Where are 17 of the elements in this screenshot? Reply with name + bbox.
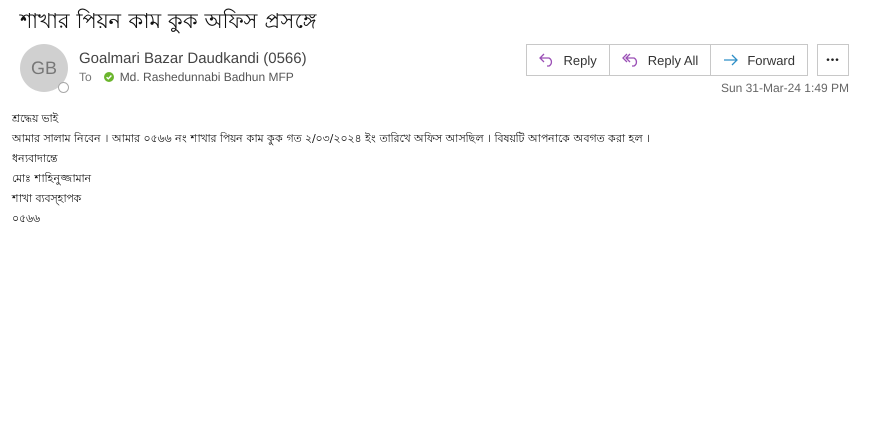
body-text: ধন্যবাদান্তে <box>12 151 59 167</box>
more-button[interactable]: ••• <box>817 44 849 76</box>
email-subject: শাখার পিয়ন কাম কুক অফিস প্রসঙ্গে <box>20 8 318 36</box>
sent-date: Sun 31-Mar-24 1:49 PM <box>720 81 849 95</box>
body-text: আমার সালাম নিবেন । আমার ০৫৬৬ নং শাখার পিয়ন কাম কুক গত ২/০৩/২০২৪ ইং তারিখে অফিস আসছিল । বিষয়টি আপনাকে অবগত করা হল । <box>12 130 651 148</box>
body-text: মোঃ শাহিনুজ্জামান <box>12 171 92 188</box>
recipient-name[interactable]: Md. Rashedunnabi Badhun MFP <box>120 70 294 84</box>
sender-name: Goalmari Bazar Daudkandi (0566) <box>79 50 308 67</box>
body-text: শাখা ব্যবস্হাপক <box>12 191 82 208</box>
presence-indicator <box>58 82 69 93</box>
to-label: To <box>79 70 92 84</box>
reply-all-icon <box>622 53 640 67</box>
check-circle-icon <box>104 72 114 82</box>
avatar: GB <box>20 44 68 92</box>
body-text: শ্রদ্ধেয় ভাই <box>12 111 60 127</box>
arrow-right-icon <box>723 54 740 66</box>
body-text: ০৫৬৬ <box>12 211 41 227</box>
